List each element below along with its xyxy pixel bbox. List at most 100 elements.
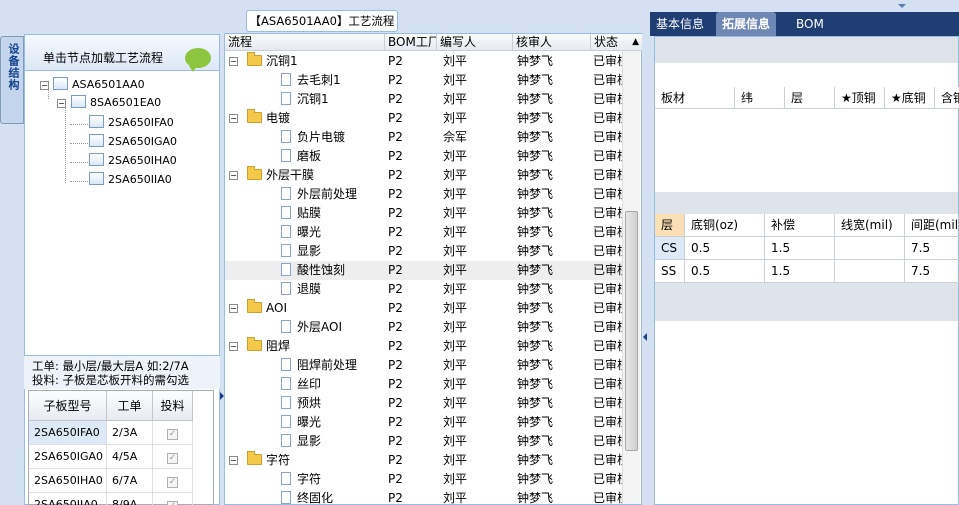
cell-compensation[interactable]: 1.5 bbox=[765, 260, 835, 283]
cell-order[interactable]: 8/9A bbox=[107, 493, 153, 505]
column-header-copper-content[interactable]: 含铜 bbox=[935, 87, 959, 109]
collapse-toggle[interactable]: − bbox=[229, 342, 238, 351]
vertical-scrollbar[interactable] bbox=[622, 51, 640, 504]
process-step-row[interactable]: 终固化 P2 刘平 钟梦飞 已审核 bbox=[225, 489, 625, 505]
panel-splitter[interactable] bbox=[642, 0, 650, 505]
cell-order[interactable]: 4/5A bbox=[107, 445, 153, 469]
process-step-row[interactable]: 退膜 P2 刘平 钟梦飞 已审核 bbox=[225, 280, 625, 299]
column-header-line-width[interactable]: 线宽(mil) bbox=[835, 214, 905, 237]
cell-reviewer: 钟梦飞 bbox=[517, 377, 554, 391]
column-header-author[interactable]: 编写人 bbox=[437, 34, 513, 51]
cell-base-copper[interactable]: 0.5 bbox=[685, 237, 765, 260]
process-step-row[interactable]: 阻焊前处理 P2 刘平 钟梦飞 已审核 bbox=[225, 356, 625, 375]
cell-layer[interactable]: SS bbox=[655, 260, 685, 283]
column-header-status[interactable]: 状态 ▲ bbox=[591, 34, 643, 51]
checkbox[interactable]: ✓ bbox=[167, 501, 178, 505]
cell-order[interactable]: 2/3A bbox=[107, 421, 153, 445]
tab-bom[interactable]: BOM bbox=[790, 12, 830, 36]
tab-extended-info[interactable]: 拓展信息 bbox=[716, 12, 777, 36]
process-step-row[interactable]: 外层前处理 P2 刘平 钟梦飞 已审核 bbox=[225, 185, 625, 204]
cell-model[interactable]: 2SA650IGA0 bbox=[29, 445, 107, 469]
cell-reviewer: 钟梦飞 bbox=[517, 168, 554, 182]
cell-feed: ✓ bbox=[153, 421, 193, 445]
cell-status: 已审核 bbox=[593, 377, 623, 391]
column-header-board[interactable]: 板材 bbox=[655, 87, 735, 109]
column-header-order[interactable]: 工单 bbox=[107, 391, 153, 421]
process-step-row[interactable]: 酸性蚀刻 P2 刘平 钟梦飞 已审核 bbox=[225, 261, 625, 280]
collapse-toggle[interactable]: − bbox=[40, 81, 49, 90]
process-step-row[interactable]: 字符 P2 刘平 钟梦飞 已审核 bbox=[225, 470, 625, 489]
cell-model[interactable]: 2SA650IIA0 bbox=[29, 493, 107, 505]
process-step-row[interactable]: 去毛刺1 P2 刘平 钟梦飞 已审核 bbox=[225, 71, 625, 90]
process-group-row[interactable]: − 沉铜1 P2 刘平 钟梦飞 已审核 bbox=[225, 52, 625, 71]
process-step-row[interactable]: 沉铜1 P2 刘平 钟梦飞 已审核 bbox=[225, 90, 625, 109]
process-step-row[interactable]: 显影 P2 刘平 钟梦飞 已审核 bbox=[225, 432, 625, 451]
cell-compensation[interactable]: 1.5 bbox=[765, 237, 835, 260]
process-group-row[interactable]: − 阻焊 P2 刘平 钟梦飞 已审核 bbox=[225, 337, 625, 356]
column-header-feed[interactable]: 投料 bbox=[153, 391, 193, 421]
checkbox[interactable]: ✓ bbox=[167, 429, 178, 440]
column-header-layer[interactable]: 层 bbox=[655, 214, 685, 237]
column-header-base-copper[interactable]: 底铜(oz) bbox=[685, 214, 765, 237]
cell-base-copper[interactable]: 0.5 bbox=[685, 260, 765, 283]
tree-line bbox=[70, 181, 90, 182]
collapse-toggle[interactable]: − bbox=[229, 57, 238, 66]
cell-reviewer: 钟梦飞 bbox=[517, 396, 554, 410]
folder-icon bbox=[247, 166, 262, 180]
cell-model[interactable]: 2SA650IFA0 bbox=[29, 421, 107, 445]
tree-node[interactable]: 8SA6501EA0 bbox=[71, 94, 161, 112]
collapse-toggle[interactable]: − bbox=[229, 456, 238, 465]
cell-reviewer: 钟梦飞 bbox=[517, 491, 554, 505]
column-header-bottom-copper[interactable]: ★底铜 bbox=[885, 87, 935, 109]
tree-node-root[interactable]: ASA6501AA0 bbox=[53, 76, 145, 94]
process-group-row[interactable]: − AOI P2 刘平 钟梦飞 已审核 bbox=[225, 299, 625, 318]
cell-spacing[interactable]: 7.5 bbox=[905, 260, 959, 283]
column-header-flow[interactable]: 流程 bbox=[225, 34, 385, 51]
process-step-row[interactable]: 显影 P2 刘平 钟梦飞 已审核 bbox=[225, 242, 625, 261]
cell-model[interactable]: 2SA650IHA0 bbox=[29, 469, 107, 493]
cell-factory: P2 bbox=[388, 168, 403, 182]
tree-node[interactable]: 2SA650IGA0 bbox=[89, 133, 177, 151]
column-header-model[interactable]: 子板型号 bbox=[29, 391, 107, 421]
column-header-spacing[interactable]: 间距(mil) bbox=[905, 214, 959, 237]
tree-node[interactable]: 2SA650IHA0 bbox=[89, 152, 177, 170]
dropdown-arrow-icon[interactable] bbox=[898, 4, 906, 8]
column-header-top-copper[interactable]: ★顶铜 bbox=[835, 87, 885, 109]
cell-author: 刘平 bbox=[443, 491, 468, 505]
collapse-toggle[interactable]: − bbox=[57, 99, 66, 108]
process-group-row[interactable]: − 电镀 P2 刘平 钟梦飞 已审核 bbox=[225, 109, 625, 128]
process-name: 外层AOI bbox=[297, 320, 342, 334]
process-group-row[interactable]: − 外层干膜 P2 刘平 钟梦飞 已审核 bbox=[225, 166, 625, 185]
process-step-row[interactable]: 贴膜 P2 刘平 钟梦飞 已审核 bbox=[225, 204, 625, 223]
cell-spacing[interactable]: 7.5 bbox=[905, 237, 959, 260]
checkbox[interactable]: ✓ bbox=[167, 453, 178, 464]
cell-line-width[interactable] bbox=[835, 237, 905, 260]
column-header-compensation[interactable]: 补偿 bbox=[765, 214, 835, 237]
scrollbar-thumb[interactable] bbox=[625, 211, 638, 451]
document-icon bbox=[281, 206, 291, 219]
tree-node[interactable]: 2SA650IIA0 bbox=[89, 171, 172, 189]
tab-basic-info[interactable]: 基本信息 bbox=[650, 12, 710, 36]
column-header-reviewer[interactable]: 核审人 bbox=[513, 34, 591, 51]
process-step-row[interactable]: 曝光 P2 刘平 钟梦飞 已审核 bbox=[225, 413, 625, 432]
process-step-row[interactable]: 预烘 P2 刘平 钟梦飞 已审核 bbox=[225, 394, 625, 413]
device-structure-tab[interactable]: 设备结构 bbox=[0, 36, 24, 124]
cell-order[interactable]: 6/7A bbox=[107, 469, 153, 493]
process-step-row[interactable]: 外层AOI P2 刘平 钟梦飞 已审核 bbox=[225, 318, 625, 337]
checkbox[interactable]: ✓ bbox=[167, 477, 178, 488]
process-group-row[interactable]: − 字符 P2 刘平 钟梦飞 已审核 bbox=[225, 451, 625, 470]
process-step-row[interactable]: 曝光 P2 刘平 钟梦飞 已审核 bbox=[225, 223, 625, 242]
column-header-weft[interactable]: 纬 bbox=[735, 87, 785, 109]
tree-node[interactable]: 2SA650IFA0 bbox=[89, 114, 174, 132]
cell-line-width[interactable] bbox=[835, 260, 905, 283]
collapse-toggle[interactable]: − bbox=[229, 171, 238, 180]
cell-layer[interactable]: CS bbox=[655, 237, 685, 260]
collapse-arrow-icon[interactable] bbox=[643, 333, 647, 341]
process-step-row[interactable]: 丝印 P2 刘平 钟梦飞 已审核 bbox=[225, 375, 625, 394]
collapse-toggle[interactable]: − bbox=[229, 114, 238, 123]
collapse-toggle[interactable]: − bbox=[229, 304, 238, 313]
column-header-layer[interactable]: 层 bbox=[785, 87, 835, 109]
process-step-row[interactable]: 负片电镀 P2 佘军 钟梦飞 已审核 bbox=[225, 128, 625, 147]
column-header-factory[interactable]: BOM工厂 bbox=[385, 34, 437, 51]
process-step-row[interactable]: 磨板 P2 刘平 钟梦飞 已审核 bbox=[225, 147, 625, 166]
